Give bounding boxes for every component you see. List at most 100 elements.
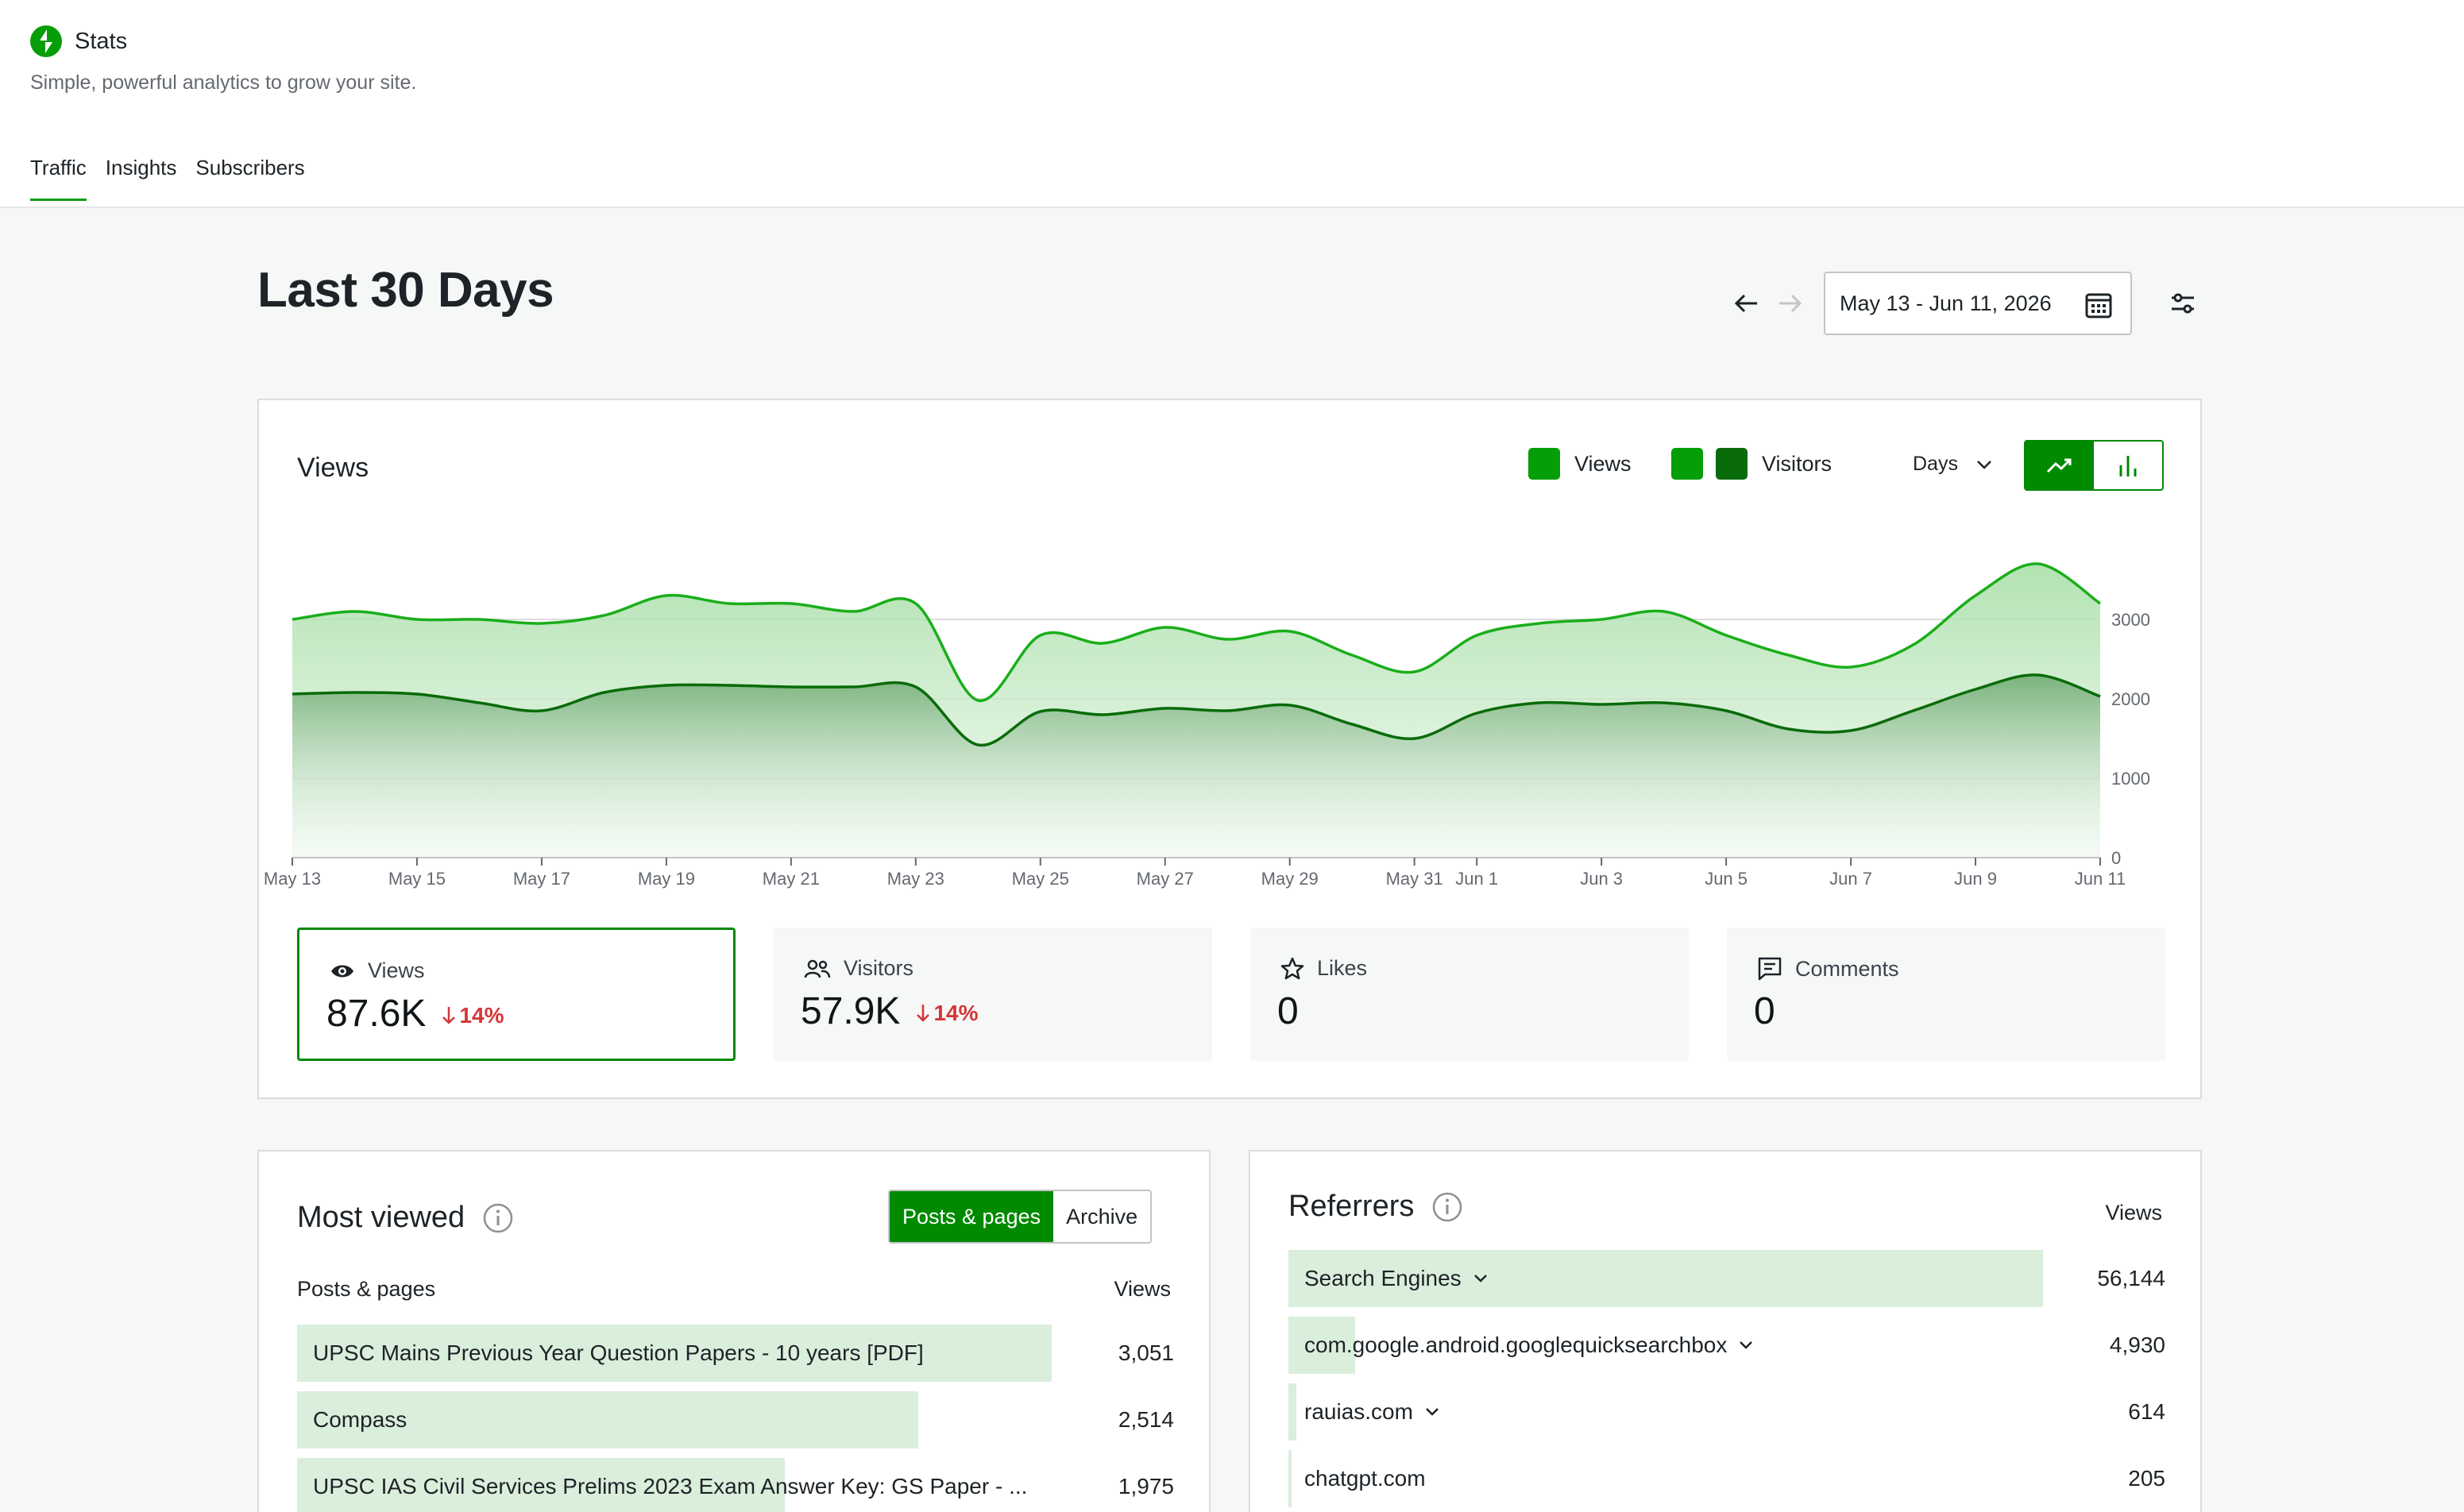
referrer-value: 56,144 (2097, 1266, 2165, 1290)
views-area-chart: 0 1000 2000 3000 May 13 May 15 May 17 May 19 May… (264, 562, 2150, 889)
referrer-value: 614 (2128, 1399, 2165, 1424)
archive-toggle[interactable]: Archive (1053, 1191, 1151, 1242)
posts-pages-toggle[interactable]: Posts & pages (890, 1191, 1054, 1242)
stat-likes[interactable]: Likes 0 (1250, 928, 1689, 1061)
share-bar (1288, 1383, 1296, 1441)
x-tick-label: May 29 (1261, 869, 1319, 889)
settings-sliders-icon[interactable] (2167, 287, 2199, 319)
stat-value: 57.9K (801, 990, 901, 1032)
x-tick-label: May 25 (1012, 869, 1069, 889)
item-label: UPSC Mains Previous Year Question Papers… (313, 1340, 924, 1365)
arrow-left-icon[interactable] (1730, 287, 1762, 319)
referrers-title: Referrers (1288, 1190, 1463, 1224)
referrer-row[interactable]: com.google.android.googlequicksearchbox … (1288, 1317, 2165, 1374)
x-tick-label: May 15 (388, 869, 446, 889)
info-icon[interactable] (482, 1202, 514, 1234)
x-tick-label: May 13 (264, 869, 321, 889)
x-tick-label: Jun 9 (1954, 869, 1997, 889)
brand: Stats (30, 25, 127, 57)
referrer-name: Search Engines (1304, 1266, 1462, 1290)
stat-delta-value: 14% (459, 1003, 504, 1028)
x-tick-label: May 21 (763, 869, 820, 889)
x-tick-label: Jun 3 (1580, 869, 1623, 889)
y-tick-label: 3000 (2111, 610, 2150, 630)
referrers-card: Referrers Views Search Engines 56,144 co… (1249, 1150, 2202, 1512)
y-tick-label: 1000 (2111, 769, 2150, 789)
x-tick-label: Jun 11 (2075, 869, 2126, 889)
app-subtitle: Simple, powerful analytics to grow your … (30, 71, 417, 94)
referrer-name: rauias.com (1304, 1399, 1413, 1424)
column-header-posts: Posts & pages (297, 1277, 436, 1301)
referrer-row[interactable]: rauias.com 614 (1288, 1383, 2165, 1441)
stat-comments[interactable]: Comments 0 (1727, 928, 2165, 1061)
x-tick-label: May 27 (1137, 869, 1194, 889)
stat-label: Visitors (844, 956, 914, 980)
section-title: Most viewed (297, 1201, 465, 1234)
list-item[interactable]: Compass 2,514 (297, 1391, 1174, 1448)
eye-icon (331, 965, 353, 977)
people-icon (804, 959, 831, 978)
section-title: Referrers (1288, 1190, 1415, 1223)
referrer-value: 205 (2128, 1466, 2165, 1491)
x-tick-label: May 31 (1386, 869, 1443, 889)
item-value: 2,514 (1118, 1407, 1174, 1432)
arrow-down-icon (917, 1005, 930, 1022)
stat-delta: 14% (442, 1003, 504, 1028)
tab-traffic[interactable]: Traffic (30, 156, 87, 201)
x-tick-label: May 23 (887, 869, 944, 889)
column-header-views: Views (2105, 1201, 2162, 1225)
calendar-icon (2085, 293, 2112, 318)
referrer-row[interactable]: Search Engines 56,144 (1288, 1250, 2165, 1307)
referrer-row[interactable]: chatgpt.com 205 (1288, 1450, 2165, 1507)
column-header-views: Views (1114, 1277, 1171, 1301)
most-viewed-title: Most viewed (297, 1201, 514, 1235)
stat-value: 0 (1277, 990, 1299, 1032)
info-icon[interactable] (1431, 1191, 1463, 1223)
item-value: 1,975 (1118, 1474, 1174, 1498)
stat-views[interactable]: Views 87.6K 14% (297, 928, 736, 1061)
stat-visitors[interactable]: Visitors 57.9K 14% (774, 928, 1212, 1061)
x-tick-label: May 17 (513, 869, 570, 889)
referrer-value: 4,930 (2109, 1333, 2165, 1357)
tab-subscribers[interactable]: Subscribers (195, 156, 304, 201)
y-tick-label: 0 (2111, 848, 2121, 868)
comment-icon (1758, 957, 1782, 981)
share-bar (1288, 1450, 1292, 1507)
stats-tabs: Traffic Insights Subscribers (30, 156, 324, 201)
list-item[interactable]: UPSC Mains Previous Year Question Papers… (297, 1325, 1174, 1382)
referrer-label: com.google.android.googlequicksearchbox (1304, 1317, 1754, 1374)
date-range-button[interactable]: May 13 - Jun 11, 2026 (1824, 272, 2132, 335)
referrer-name: chatgpt.com (1304, 1466, 1426, 1491)
tab-insights[interactable]: Insights (106, 156, 177, 201)
referrer-label: Search Engines (1304, 1250, 1489, 1307)
page-title: Last 30 Days (257, 263, 554, 318)
chevron-down-icon[interactable] (1424, 1407, 1440, 1417)
stats-header: Stats Simple, powerful analytics to grow… (0, 0, 2464, 208)
jetpack-logo-icon (30, 25, 62, 57)
x-tick-label: Jun 5 (1705, 869, 1748, 889)
item-value: 3,051 (1118, 1340, 1174, 1365)
stat-label: Views (368, 958, 425, 982)
stat-delta: 14% (916, 1001, 978, 1026)
most-viewed-toggle: Posts & pages Archive (888, 1190, 1153, 1244)
stat-label: Comments (1795, 956, 1899, 981)
most-viewed-card: Most viewed Posts & pages Archive Posts … (257, 1150, 1211, 1512)
chevron-down-icon[interactable] (1738, 1340, 1754, 1350)
star-icon (1280, 957, 1304, 979)
x-tick-label: Jun 1 (1455, 869, 1498, 889)
date-range-label: May 13 - Jun 11, 2026 (1840, 291, 2052, 315)
arrow-right-icon[interactable] (1775, 287, 1806, 319)
stat-value: 0 (1754, 990, 1775, 1032)
x-tick-label: May 19 (638, 869, 695, 889)
stat-label: Likes (1317, 956, 1368, 980)
list-item[interactable]: UPSC IAS Civil Services Prelims 2023 Exa… (297, 1458, 1174, 1512)
chevron-down-icon[interactable] (1473, 1274, 1489, 1283)
stat-value: 87.6K (326, 993, 427, 1035)
referrer-label: rauias.com (1304, 1383, 1440, 1441)
app-title: Stats (75, 28, 128, 54)
referrer-name: com.google.android.googlequicksearchbox (1304, 1333, 1728, 1357)
views-chart-card: Views Views Visitors Days 0 1000 2000 30… (257, 399, 2202, 1099)
item-label: Compass (313, 1407, 407, 1432)
x-tick-label: Jun 7 (1829, 869, 1872, 889)
item-label: UPSC IAS Civil Services Prelims 2023 Exa… (313, 1474, 1028, 1498)
